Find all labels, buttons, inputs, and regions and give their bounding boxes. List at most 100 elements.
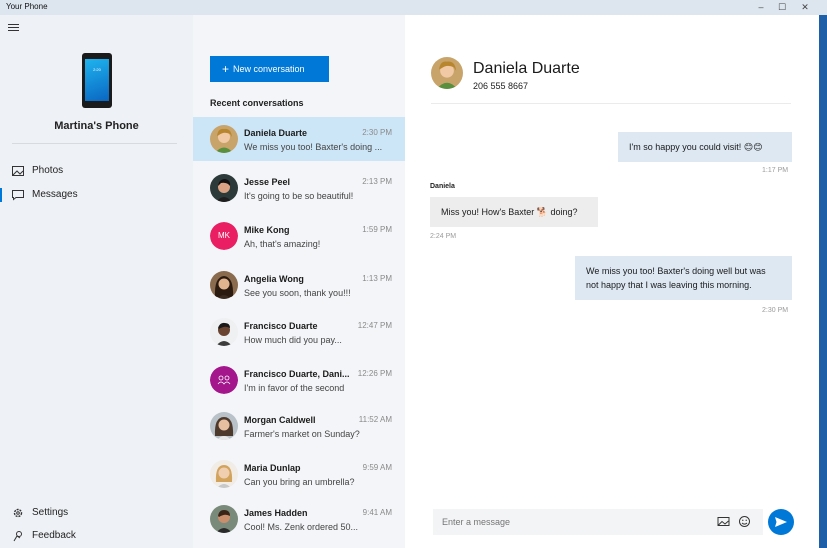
left-navigation: 2:20 Martina's Phone Photos Messages Set… [0,15,193,548]
new-conversation-label: New conversation [233,64,305,74]
conversation-preview: Can you bring an umbrella? [244,477,355,487]
conversation-item[interactable]: Morgan Caldwell 11:52 AM Farmer's market… [193,404,405,448]
smile-emoji-icon: 😊😊 [743,142,763,152]
conversation-name: Francisco Duarte, Dani... [244,369,350,379]
conversation-time: 2:13 PM [362,177,392,186]
avatar: MK [210,222,238,250]
avatar [210,125,238,153]
avatar-initials: MK [210,222,238,250]
phone-name: Martina's Phone [54,120,139,132]
avatar [210,460,238,488]
nav-item-feedback[interactable]: Feedback [0,526,193,546]
avatar [210,505,238,533]
conversation-time: 2:30 PM [362,128,392,137]
divider [12,143,177,144]
conversation-name: Francisco Duarte [244,321,318,331]
message-timestamp: 2:30 PM [762,307,789,314]
conversation-preview: It's going to be so beautiful! [244,191,354,201]
emoji-icon[interactable] [738,515,751,528]
message-text: I'm so happy you could visit! [629,142,742,152]
group-icon [210,366,238,394]
maximize-button[interactable]: ☐ [771,0,793,15]
conversation-name: Maria Dunlap [244,463,301,473]
contact-phone: 206 555 8667 [473,81,529,91]
message-timestamp: 2:24 PM [430,233,457,240]
conversation-name: James Hadden [244,508,308,518]
recent-conversations-heading: Recent conversations [210,98,304,108]
conversation-item[interactable]: Maria Dunlap 9:59 AM Can you bring an um… [193,452,405,496]
divider [431,103,791,104]
conversation-time: 9:41 AM [362,508,392,517]
gear-icon [13,508,23,518]
conversation-name: Daniela Duarte [244,128,308,138]
conversation-time: 1:59 PM [362,225,392,234]
message-input[interactable] [433,509,763,535]
dog-emoji-icon: 🐕 [536,207,548,217]
image-icon[interactable] [717,515,730,528]
message-bubble-outgoing: I'm so happy you could visit! 😊😊 [618,132,792,162]
messages-icon [12,190,24,201]
conversation-preview: Farmer's market on Sunday? [244,429,360,439]
conversation-time: 1:13 PM [362,274,392,283]
window-title: Your Phone [6,2,48,11]
photos-icon [12,166,24,176]
nav-item-photos[interactable]: Photos [0,161,193,181]
close-button[interactable]: ✕ [794,0,816,15]
message-bubble-incoming: Miss you! How's Baxter 🐕 doing? [430,197,598,227]
conversation-list: + New conversation Recent conversations D… [193,15,405,548]
avatar [210,271,238,299]
window-edge [819,15,827,548]
conversation-item[interactable]: MK Mike Kong 1:59 PM Ah, that's amazing! [193,214,405,258]
conversation-name: Mike Kong [244,225,290,235]
nav-item-label: Settings [32,507,69,518]
conversation-item[interactable]: Angelia Wong 1:13 PM See you soon, thank… [193,263,405,307]
title-bar: Your Phone – ☐ ✕ [0,0,827,15]
conversation-item[interactable]: James Hadden 9:41 AM Cool! Ms. Zenk orde… [193,497,405,541]
nav-item-label: Feedback [32,530,76,541]
send-button[interactable] [768,509,794,535]
minimize-button[interactable]: – [750,0,772,15]
avatar [210,174,238,202]
conversation-item[interactable]: Daniela Duarte 2:30 PM We miss you too! … [193,117,405,161]
message-text: Miss you! How's Baxter [441,207,535,217]
conversation-item[interactable]: Francisco Duarte, Dani... 12:26 PM I'm i… [193,358,405,402]
conversation-preview: We miss you too! Baxter's doing ... [244,142,383,152]
message-timestamp: 1:17 PM [762,167,789,174]
message-text: We miss you too! Baxter's doing well but… [586,266,766,276]
send-icon [775,517,787,527]
phone-icon: 2:20 [82,53,112,108]
conversation-time: 12:26 PM [357,369,392,378]
contact-avatar [431,57,463,89]
avatar [210,366,238,394]
conversation-preview: Ah, that's amazing! [244,239,321,249]
new-conversation-button[interactable]: + New conversation [210,56,329,82]
phone-clock: 2:20 [93,67,101,72]
avatar [210,318,238,346]
conversation-name: Jesse Peel [244,177,291,187]
message-text: doing? [550,207,578,217]
chat-panel: Daniela Duarte 206 555 8667 I'm so happy… [405,15,819,548]
nav-item-label: Messages [32,189,78,200]
conversation-time: 12:47 PM [357,321,392,330]
nav-item-settings[interactable]: Settings [0,503,193,523]
conversation-time: 9:59 AM [362,463,392,472]
message-text: not happy that I was leaving this mornin… [586,280,752,290]
conversation-name: Angelia Wong [244,274,304,284]
hamburger-menu-icon[interactable] [8,24,19,32]
nav-item-label: Photos [32,165,64,176]
message-sender: Daniela [430,183,455,190]
conversation-preview: I'm in favor of the second [244,383,345,393]
conversation-preview: How much did you pay... [244,335,342,345]
contact-name: Daniela Duarte [473,60,580,77]
avatar [210,412,238,440]
conversation-preview: Cool! Ms. Zenk ordered 50... [244,522,359,532]
message-bubble-outgoing: We miss you too! Baxter's doing well but… [575,256,792,300]
conversation-name: Morgan Caldwell [244,415,316,425]
conversation-item[interactable]: Francisco Duarte 12:47 PM How much did y… [193,310,405,354]
feedback-icon [13,531,22,542]
nav-item-messages[interactable]: Messages [0,185,193,205]
conversation-preview: See you soon, thank you!!! [244,288,351,298]
conversation-item[interactable]: Jesse Peel 2:13 PM It's going to be so b… [193,166,405,210]
plus-icon: + [222,62,230,76]
conversation-time: 11:52 AM [358,415,392,424]
